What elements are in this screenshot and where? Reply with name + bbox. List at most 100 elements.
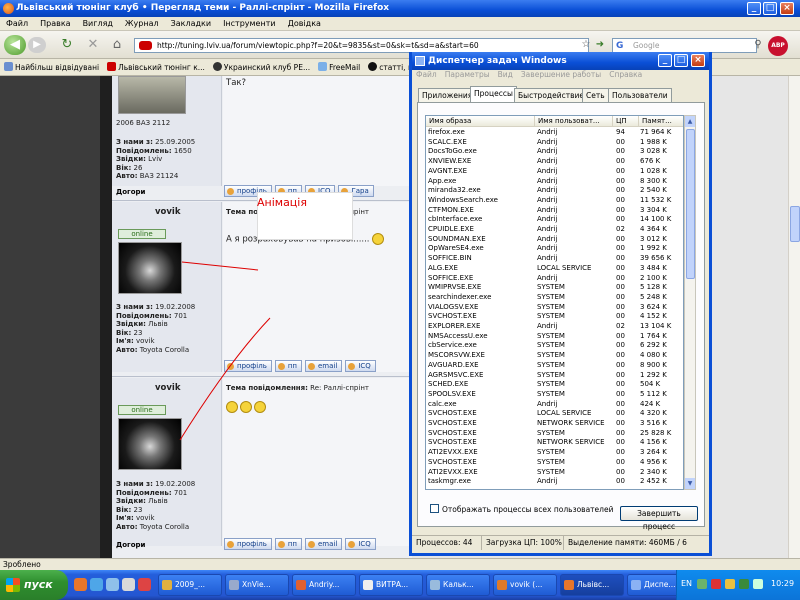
process-row[interactable]: taskmgr.exe Andrij 00 2 452 K (426, 477, 683, 487)
process-row[interactable]: SVCHOST.EXE SYSTEM 00 4 152 K (426, 312, 683, 322)
url-bar[interactable]: http://tuning.lviv.ua/forum/viewtopic.ph… (134, 38, 589, 53)
process-row[interactable]: WindowsSearch.exe Andrij 00 11 532 K (426, 196, 683, 206)
forward-button[interactable]: ▶ (28, 37, 46, 53)
scroll-up-arrow-icon[interactable]: ▲ (685, 116, 695, 127)
post2-username[interactable]: vovik (155, 207, 181, 217)
tm-menu-file[interactable]: Файл (412, 70, 441, 79)
page-scrollbar[interactable] (788, 76, 800, 558)
menu-bookmarks[interactable]: Закладки (165, 17, 217, 30)
tray-network-icon[interactable] (697, 579, 707, 589)
process-list[interactable]: Имя образа Имя пользоват... ЦП Памят... … (425, 115, 684, 490)
process-row[interactable]: App.exe Andrij 00 8 300 K (426, 177, 683, 187)
taskbar-button[interactable]: Львівс... (560, 574, 624, 596)
maximize-button[interactable]: □ (763, 2, 777, 15)
tm-menu-help[interactable]: Справка (605, 70, 646, 79)
process-row[interactable]: firefox.exe Andrij 94 71 964 K (426, 128, 683, 138)
process-row[interactable]: WMIPRVSE.EXE SYSTEM 00 5 128 K (426, 283, 683, 293)
process-row[interactable]: CTFMON.EXE Andrij 00 3 304 K (426, 206, 683, 216)
process-row[interactable]: SOFFICE.EXE Andrij 00 2 100 K (426, 274, 683, 284)
process-row[interactable]: AVGNT.EXE Andrij 00 1 028 K (426, 167, 683, 177)
tray-cpu-icon[interactable] (739, 579, 749, 589)
process-row[interactable]: cbService.exe SYSTEM 00 6 292 K (426, 341, 683, 351)
end-process-button[interactable]: Завершить процесс (620, 506, 698, 531)
stop-icon[interactable]: ✕ (84, 35, 102, 55)
tab-performance[interactable]: Быстродействие (514, 88, 588, 102)
taskbar-button[interactable]: Andriy... (292, 574, 356, 596)
tray-antivirus-icon[interactable] (711, 579, 721, 589)
scroll-down-arrow-icon[interactable]: ▼ (685, 478, 695, 489)
tm-menu-view[interactable]: Вид (494, 70, 517, 79)
bookmark-most-visited[interactable]: Найбільш відвідувані (0, 59, 103, 75)
process-row[interactable]: SCHED.EXE SYSTEM 00 504 K (426, 380, 683, 390)
reload-icon[interactable]: ↻ (58, 35, 76, 55)
quicklaunch-firefox-icon[interactable] (74, 578, 87, 591)
language-indicator[interactable]: EN (681, 579, 692, 588)
profile-button[interactable]: профіль (224, 538, 272, 550)
process-row[interactable]: SOUNDMAN.EXE Andrij 00 3 012 K (426, 235, 683, 245)
bookmark-lviv-tuning[interactable]: Львівський тюнінг к... (103, 59, 209, 75)
icq-button[interactable]: ICQ (345, 538, 376, 550)
quicklaunch-media-icon[interactable] (138, 578, 151, 591)
quicklaunch-desktop-icon[interactable] (106, 578, 119, 591)
process-row[interactable]: CPUIDLE.EXE Andrij 02 4 364 K (426, 225, 683, 235)
post1-back-to-top-link[interactable]: Догори (116, 188, 145, 196)
tray-volume-icon[interactable] (753, 579, 763, 589)
process-row[interactable]: AVGUARD.EXE SYSTEM 00 8 900 K (426, 361, 683, 371)
process-row[interactable]: cbInterface.exe Andrij 00 14 100 K (426, 215, 683, 225)
search-magnifier-icon[interactable]: ⚲ (752, 35, 764, 55)
post3-back-to-top-link[interactable]: Догори (116, 541, 145, 549)
process-row[interactable]: SOFFICE.BIN Andrij 00 39 656 K (426, 254, 683, 264)
pm-button[interactable]: пп (274, 538, 302, 550)
profile-button[interactable]: профіль (224, 360, 272, 372)
quicklaunch-ie-icon[interactable] (90, 578, 103, 591)
menu-file[interactable]: Файл (0, 17, 34, 30)
menu-help[interactable]: Довідка (282, 17, 327, 30)
back-button[interactable]: ◀ (4, 35, 26, 55)
pm-button[interactable]: пп (274, 360, 302, 372)
search-input[interactable]: G Google (612, 38, 757, 53)
tm-close-button[interactable]: × (691, 54, 705, 67)
close-button[interactable]: × (780, 2, 794, 15)
process-row[interactable]: SVCHOST.EXE SYSTEM 00 25 828 K (426, 429, 683, 439)
col-cpu[interactable]: ЦП (613, 116, 639, 127)
process-row[interactable]: XNVIEW.EXE Andrij 00 676 K (426, 157, 683, 167)
process-row[interactable]: OpWareSE4.exe Andrij 00 1 992 K (426, 244, 683, 254)
page-scroll-thumb[interactable] (790, 206, 800, 242)
process-scroll-thumb[interactable] (686, 129, 695, 279)
minimize-button[interactable]: _ (747, 2, 761, 15)
process-row[interactable]: ATI2EVXX.EXE SYSTEM 00 2 340 K (426, 468, 683, 478)
process-row[interactable]: MSCORSVW.EXE SYSTEM 00 4 080 K (426, 351, 683, 361)
process-row[interactable]: SPOOLSV.EXE SYSTEM 00 5 112 K (426, 390, 683, 400)
tm-maximize-button[interactable]: □ (674, 54, 688, 67)
process-row[interactable]: ALG.EXE LOCAL SERVICE 00 3 484 K (426, 264, 683, 274)
process-row[interactable]: SCALC.EXE Andrij 00 1 988 K (426, 138, 683, 148)
process-row[interactable]: calc.exe Andrij 00 424 K (426, 400, 683, 410)
process-row[interactable]: ATI2EVXX.EXE SYSTEM 00 3 264 K (426, 448, 683, 458)
adblock-plus-icon[interactable]: ABP (768, 36, 788, 56)
tab-processes[interactable]: Процессы (470, 86, 517, 103)
menu-view[interactable]: Вигляд (77, 17, 119, 30)
col-memory[interactable]: Памят... (639, 116, 683, 127)
process-row[interactable]: searchindexer.exe SYSTEM 00 5 248 K (426, 293, 683, 303)
bookmark-freemail[interactable]: FreeMail (314, 59, 364, 75)
bookmark-ukr-club[interactable]: Украинский клуб РЕ... (209, 59, 314, 75)
email-button[interactable]: email (305, 538, 343, 550)
icq-button[interactable]: ICQ (345, 360, 376, 372)
start-button[interactable]: пуск (0, 570, 68, 600)
show-all-users-checkbox[interactable]: Отображать процессы всех пользователей (430, 504, 613, 514)
tray-app-icon[interactable] (725, 579, 735, 589)
process-row[interactable]: DocsToGo.exe Andrij 00 3 028 K (426, 147, 683, 157)
menu-tools[interactable]: Інструменти (217, 17, 282, 30)
tab-applications[interactable]: Приложения (418, 88, 477, 102)
checkbox-icon[interactable] (430, 504, 439, 513)
tm-menu-shutdown[interactable]: Завершение работы (517, 70, 605, 79)
taskbar-button[interactable]: ВИТРА... (359, 574, 423, 596)
taskbar-button[interactable]: XnVie... (225, 574, 289, 596)
process-row[interactable]: miranda32.exe Andrij 00 2 540 K (426, 186, 683, 196)
process-row[interactable]: EXPLORER.EXE Andrij 02 13 104 K (426, 322, 683, 332)
process-row[interactable]: NMSAccessU.exe SYSTEM 00 1 764 K (426, 332, 683, 342)
tab-network[interactable]: Сеть (582, 88, 609, 102)
process-row[interactable]: SVCHOST.EXE SYSTEM 00 4 956 K (426, 458, 683, 468)
process-row[interactable]: AGRSMSVC.EXE SYSTEM 00 1 292 K (426, 371, 683, 381)
process-row[interactable]: VIALOGSV.EXE SYSTEM 00 3 624 K (426, 303, 683, 313)
